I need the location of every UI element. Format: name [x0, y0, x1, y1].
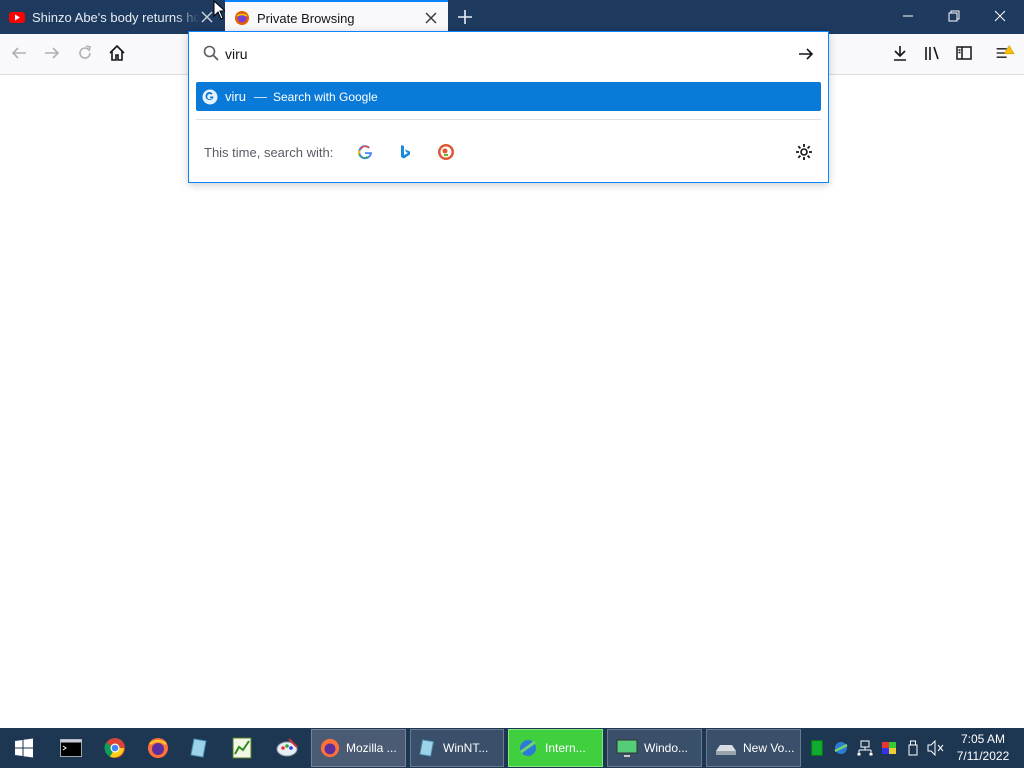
taskbar-cmd[interactable] [51, 728, 91, 768]
sidebar-button[interactable] [954, 43, 974, 63]
urlbar-popup: viru — Search with Google This time, sea… [188, 31, 829, 183]
reload-button[interactable] [75, 43, 95, 63]
forward-arrow-icon [45, 47, 60, 59]
one-off-search-row: This time, search with: [189, 137, 828, 167]
taskbar-task-mozilla[interactable]: Mozilla ... [311, 729, 406, 767]
home-button[interactable] [107, 43, 127, 63]
windows-logo-icon [15, 738, 33, 758]
download-icon [894, 46, 906, 61]
task-label: Windo... [644, 741, 689, 755]
tray-usb[interactable] [904, 738, 922, 758]
minimize-button[interactable] [885, 0, 931, 32]
hamburger-menu-icon [996, 45, 1015, 58]
suggestion-action: Search with Google [272, 89, 378, 104]
taskbar-app-glass[interactable] [180, 728, 220, 768]
tab-title: Private Browsing [257, 10, 355, 26]
engine-google-button[interactable] [357, 144, 373, 160]
task-label: New Vo... [743, 741, 795, 755]
taskbar: Mozilla ... WinNT... Intern... Windo... … [0, 728, 1024, 768]
tab-strip: Shinzo Abe's body returns home Private B… [0, 0, 1024, 34]
taskbar-firefox[interactable] [138, 728, 178, 768]
back-arrow-icon [11, 47, 26, 59]
reload-icon [79, 45, 91, 59]
google-icon [358, 145, 373, 160]
engine-duckduckgo-button[interactable] [437, 143, 455, 161]
engine-bing-button[interactable] [397, 144, 413, 160]
taskbar-task-windows[interactable]: Windo... [607, 729, 702, 767]
taskbar-task-internet[interactable]: Intern... [508, 729, 603, 767]
tab-private-browsing[interactable]: Private Browsing [225, 0, 448, 34]
color-display-icon [882, 742, 896, 754]
taskbar-app-paint[interactable] [267, 728, 307, 768]
firefox-icon [320, 738, 340, 758]
menu-button[interactable] [995, 43, 1015, 63]
youtube-icon [9, 12, 25, 23]
task-label: Intern... [545, 741, 586, 755]
taskbar-task-winnt[interactable]: WinNT... [410, 729, 504, 767]
downloads-button[interactable] [890, 43, 910, 63]
clock[interactable]: 7:05 AM 7/11/2022 [948, 731, 1018, 765]
home-icon [109, 44, 125, 61]
gear-icon [796, 144, 812, 160]
taskbar-task-new-volume[interactable]: New Vo... [706, 729, 801, 767]
globe-icon [834, 742, 848, 754]
task-label: WinNT... [443, 741, 489, 755]
volume-muted-icon [927, 740, 944, 756]
library-button[interactable] [922, 43, 942, 63]
close-tab-icon[interactable] [424, 11, 438, 25]
tray-network[interactable] [856, 738, 874, 758]
glass-app-icon [419, 739, 434, 757]
monitor-app-icon [616, 739, 638, 757]
minimize-icon [903, 15, 913, 17]
close-window-button[interactable] [977, 0, 1023, 32]
close-icon [994, 10, 1006, 22]
url-search-input[interactable] [225, 44, 745, 64]
firefox-private-icon [235, 11, 249, 25]
google-icon [202, 89, 218, 104]
library-icon [925, 46, 939, 60]
duckduckgo-icon [438, 144, 455, 160]
close-tab-icon[interactable] [200, 10, 214, 24]
restore-icon [948, 10, 960, 22]
download-manager-icon [520, 740, 536, 756]
tab-title: Shinzo Abe's body returns home [32, 9, 200, 25]
search-settings-button[interactable] [795, 143, 813, 161]
chart-app-icon [232, 737, 252, 759]
drive-icon [716, 745, 736, 755]
new-tab-icon[interactable] [456, 8, 474, 26]
bing-icon [401, 145, 411, 159]
taskbar-app-chart[interactable] [222, 728, 262, 768]
chrome-icon [104, 738, 125, 758]
back-button[interactable] [9, 43, 29, 63]
taskbar-chrome[interactable] [95, 728, 135, 768]
mouse-cursor-icon [213, 0, 225, 20]
tab-youtube[interactable]: Shinzo Abe's body returns home [0, 0, 224, 34]
search-icon [203, 45, 219, 61]
go-arrow-icon[interactable] [797, 45, 815, 63]
divider [196, 119, 821, 120]
suggestion-separator: — [253, 89, 267, 104]
one-off-label: This time, search with: [204, 144, 334, 160]
tray-green-app[interactable] [808, 738, 826, 758]
clock-time: 7:05 AM [960, 732, 1006, 746]
firefox-icon [148, 738, 168, 758]
restore-button[interactable] [931, 0, 977, 32]
tray-display[interactable] [880, 738, 898, 758]
start-button[interactable] [4, 728, 44, 768]
forward-button[interactable] [42, 43, 62, 63]
tray-network-app[interactable] [832, 738, 850, 758]
clock-date: 7/11/2022 [956, 749, 1010, 763]
task-label: Mozilla ... [346, 741, 397, 755]
tray-volume[interactable] [927, 738, 945, 758]
search-suggestion-row[interactable]: viru — Search with Google [196, 82, 821, 111]
green-app-icon [811, 740, 823, 756]
network-icon [857, 740, 873, 756]
command-prompt-icon [60, 739, 82, 757]
paint-app-icon [276, 738, 298, 757]
glass-app-icon [190, 738, 207, 758]
sidebar-icon [956, 46, 972, 60]
usb-drive-icon [908, 740, 918, 756]
suggestion-query: viru [225, 89, 246, 104]
